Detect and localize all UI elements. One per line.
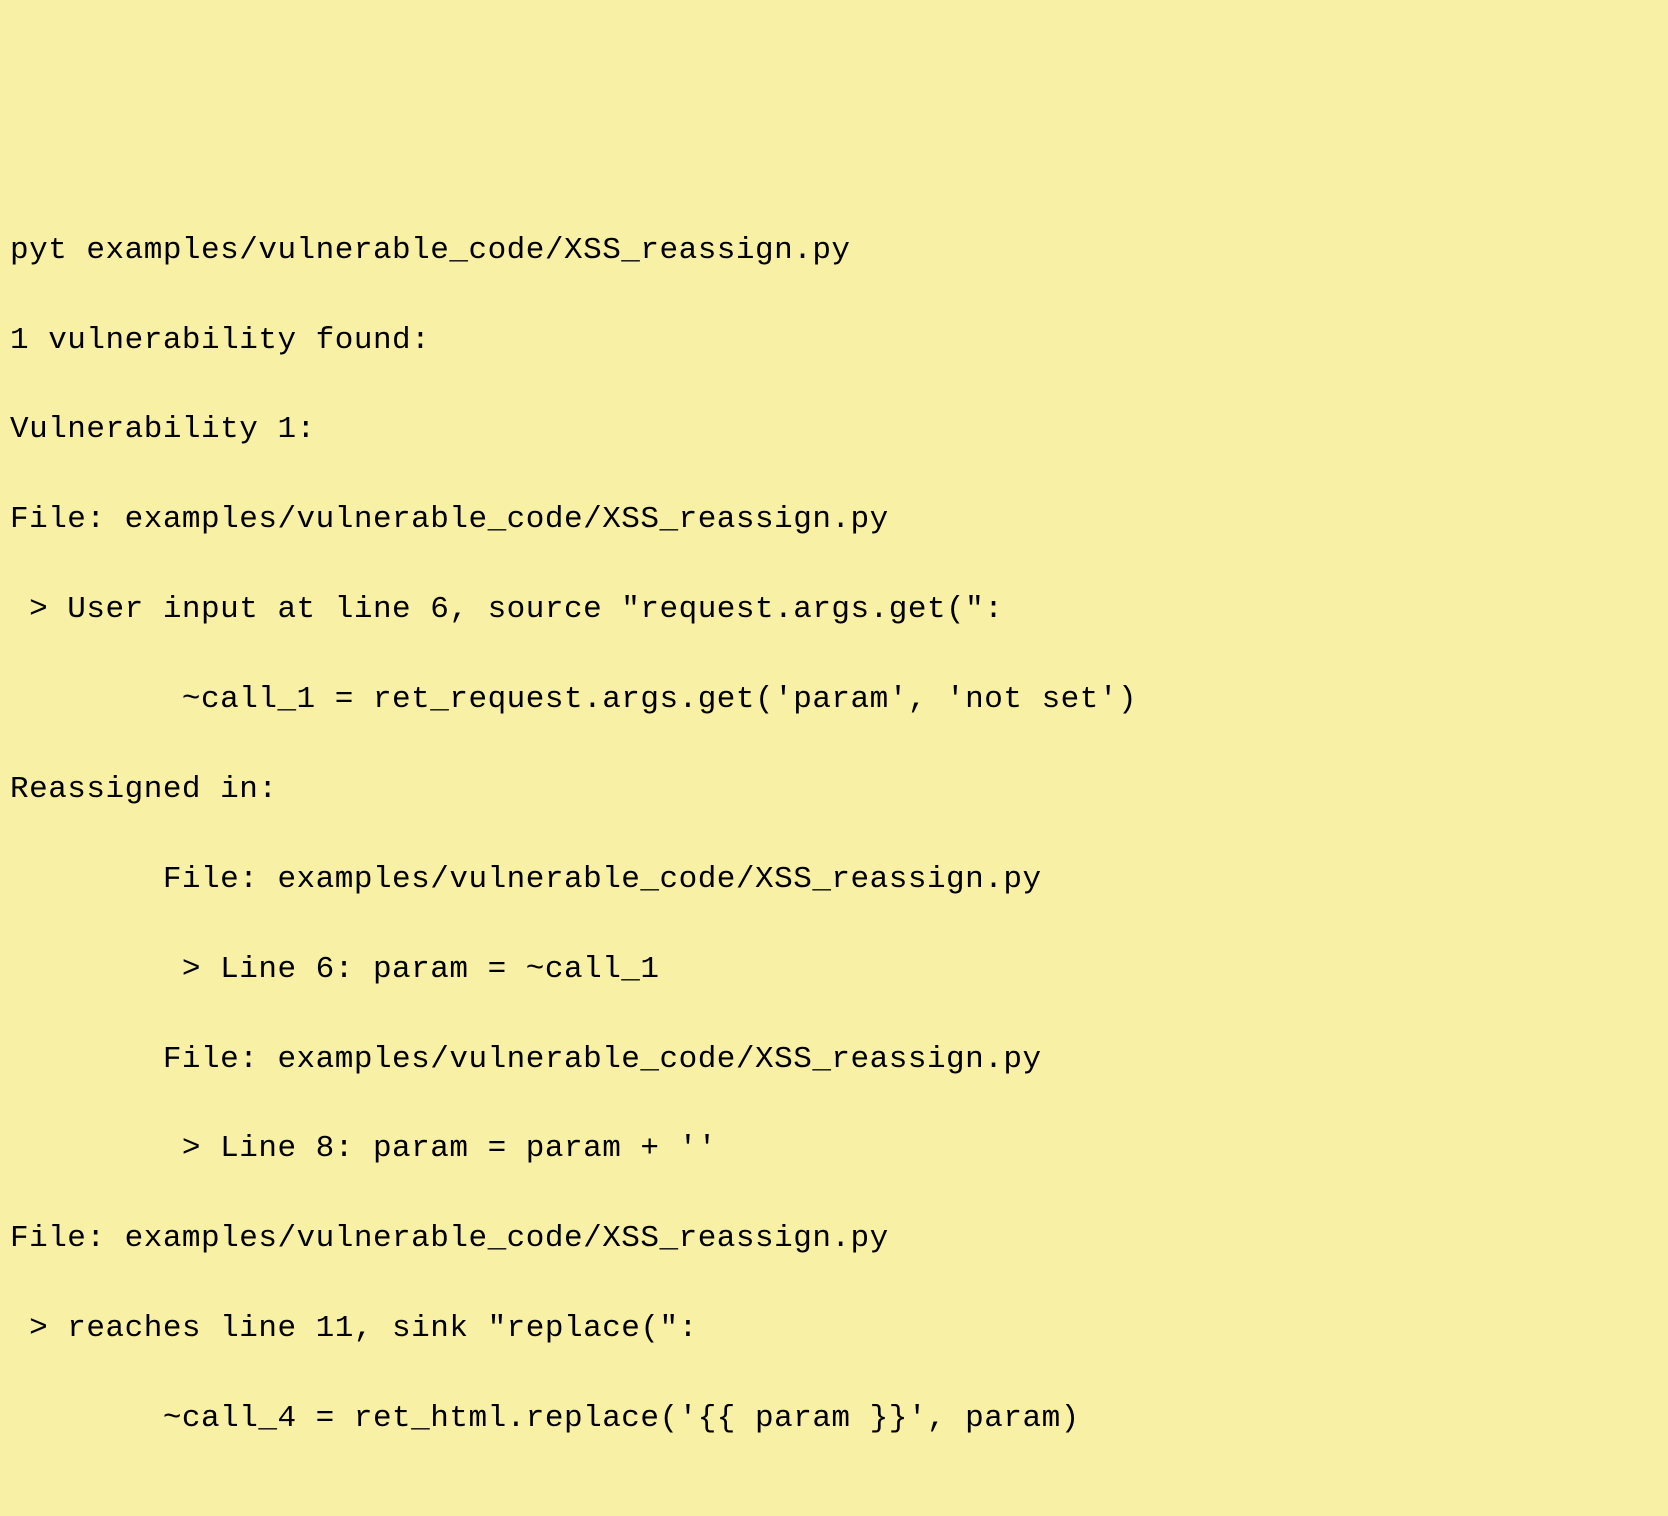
output-line: ~call_4 = ret_html.replace('{{ param }}'… [10,1397,1658,1442]
output-line: File: examples/vulnerable_code/XSS_reass… [10,498,1658,543]
output-line: File: examples/vulnerable_code/XSS_reass… [10,1217,1658,1262]
output-line: > Line 8: param = param + '' [10,1127,1658,1172]
output-line: File: examples/vulnerable_code/XSS_reass… [10,858,1658,903]
terminal-output: pyt examples/vulnerable_code/XSS_reassig… [10,184,1658,1487]
output-line: 1 vulnerability found: [10,319,1658,364]
output-line: ~call_1 = ret_request.args.get('param', … [10,678,1658,723]
output-line: > reaches line 11, sink "replace(": [10,1307,1658,1352]
output-line: > Line 6: param = ~call_1 [10,948,1658,993]
output-line: pyt examples/vulnerable_code/XSS_reassig… [10,229,1658,274]
output-line: File: examples/vulnerable_code/XSS_reass… [10,1038,1658,1083]
output-line: > User input at line 6, source "request.… [10,588,1658,633]
output-line: Vulnerability 1: [10,408,1658,453]
output-line: Reassigned in: [10,768,1658,813]
